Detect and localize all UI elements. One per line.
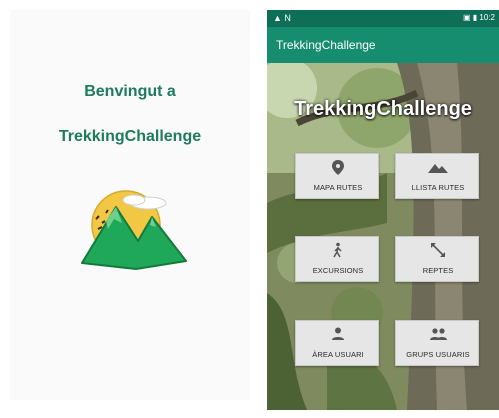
reptes-label: REPTES xyxy=(422,266,454,275)
llista-rutes-label: LLISTA RUTES xyxy=(411,183,465,192)
people-icon xyxy=(430,328,447,340)
person-icon xyxy=(332,327,344,340)
expand-arrows-icon xyxy=(431,243,445,257)
area-usuari-label: ÀREA USUARI xyxy=(312,350,364,359)
mapa-rutes-button[interactable]: MAPA RUTES xyxy=(295,153,379,199)
hero-title: TrekkingChallenge xyxy=(294,98,472,120)
phone-screen: ▲ N ▣ ▮ 10:2 TrekkingChallenge TrekkingC… xyxy=(267,10,499,410)
welcome-text: Benvingut a xyxy=(84,83,176,100)
mapa-rutes-label: MAPA RUTES xyxy=(313,183,363,192)
status-left-icons: ▲ N xyxy=(273,13,291,23)
location-pin-icon xyxy=(332,160,344,175)
hiker-icon xyxy=(333,242,342,258)
llista-rutes-button[interactable]: LLISTA RUTES xyxy=(395,153,479,199)
mountain-sun-logo-icon xyxy=(81,190,187,270)
app-bar-title: TrekkingChallenge xyxy=(276,38,376,52)
area-usuari-button[interactable]: ÀREA USUARI xyxy=(295,320,379,366)
grups-usuaris-label: GRUPS USUARIS xyxy=(406,350,470,359)
status-bar: ▲ N ▣ ▮ 10:2 xyxy=(267,10,499,27)
status-right-icons: ▣ ▮ 10:2 xyxy=(463,13,495,22)
app-bar: TrekkingChallenge xyxy=(267,27,499,63)
splash-screen: Benvingut a TrekkingChallenge xyxy=(10,10,250,400)
reptes-button[interactable]: REPTES xyxy=(395,236,479,282)
excursions-button[interactable]: EXCURSIONS xyxy=(295,236,379,282)
grups-usuaris-button[interactable]: GRUPS USUARIS xyxy=(395,320,479,366)
splash-app-name: TrekkingChallenge xyxy=(58,128,202,145)
terrain-icon xyxy=(428,164,448,173)
excursions-label: EXCURSIONS xyxy=(312,266,364,275)
